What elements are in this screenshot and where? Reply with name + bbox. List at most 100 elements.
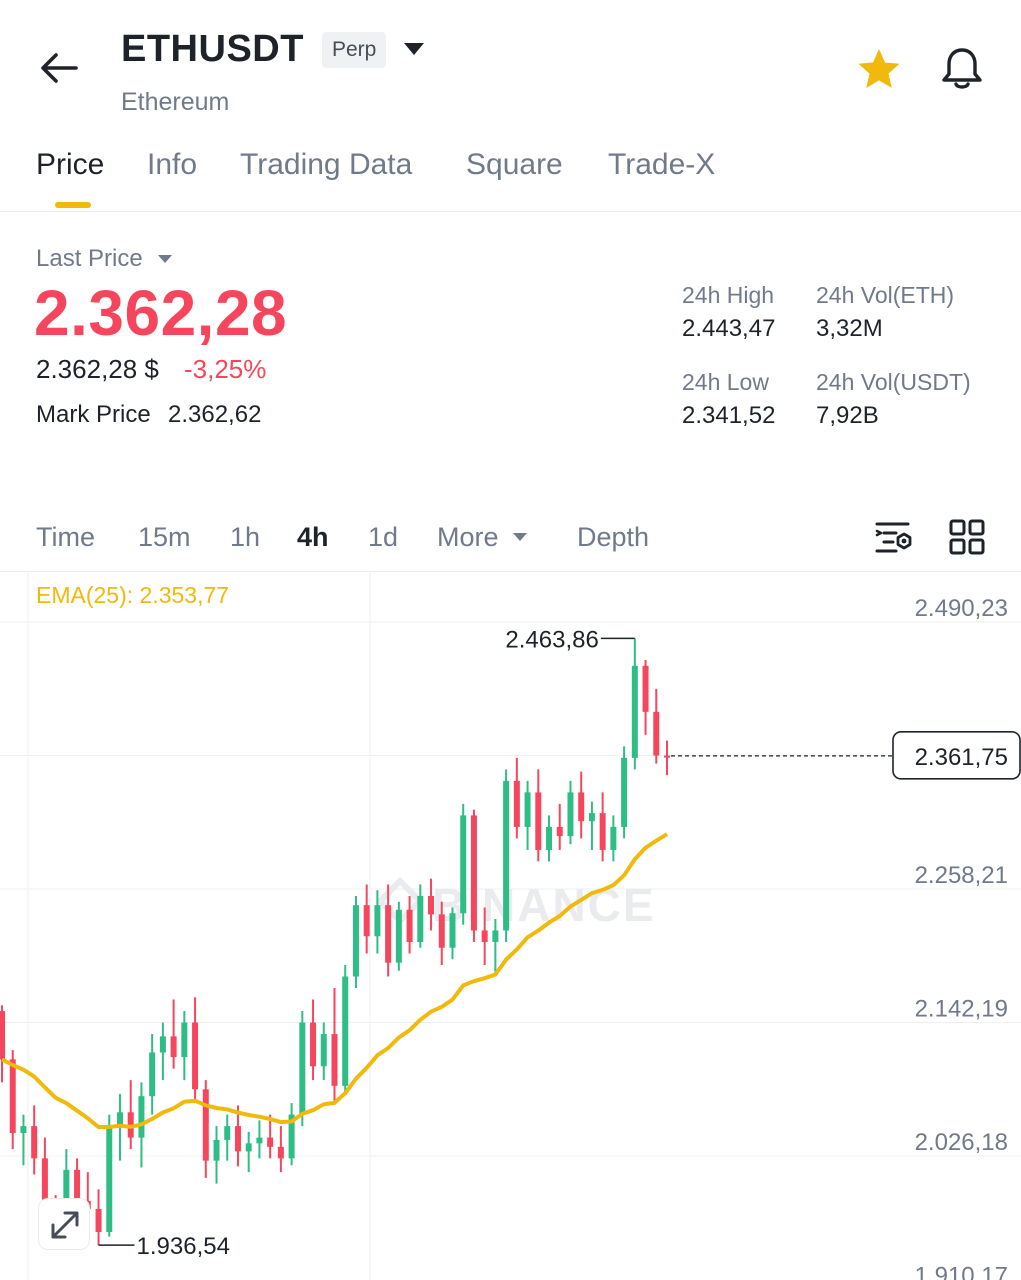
vol-eth-label: 24h Vol(ETH) — [816, 282, 955, 308]
candle-body — [599, 813, 606, 850]
low-price-label: 1.936,54 — [137, 1233, 230, 1260]
candle-body — [556, 826, 563, 837]
grid-layout-icon — [949, 519, 985, 555]
candle-body — [363, 905, 370, 937]
candle-body — [417, 895, 424, 942]
high-24h-label: 24h High — [682, 282, 775, 308]
alerts-button[interactable] — [938, 44, 986, 92]
interval-1h[interactable]: 1h — [230, 522, 260, 553]
candle-body — [234, 1126, 241, 1152]
y-axis-tick-label: 1.910,17 — [915, 1263, 1008, 1280]
candle-body — [74, 1169, 81, 1201]
candle-body — [277, 1146, 284, 1159]
candle-body — [192, 1022, 199, 1090]
candle-body — [331, 1034, 338, 1086]
candle-body — [567, 792, 574, 837]
vol-eth-value: 3,32M — [816, 315, 883, 342]
usd-price: 2.362,28 $ — [36, 354, 159, 384]
vol-usdt-label: 24h Vol(USDT) — [816, 369, 971, 395]
candle-body — [524, 792, 531, 827]
candle-body — [470, 815, 477, 931]
tab-info[interactable]: Info — [147, 148, 197, 182]
star-icon — [858, 49, 900, 88]
candle-body — [428, 895, 435, 915]
candle-body — [95, 1208, 102, 1232]
candle-body — [395, 909, 402, 963]
interval-depth[interactable]: Depth — [577, 522, 649, 553]
candle-body — [352, 905, 359, 977]
tab-trading-data[interactable]: Trading Data — [240, 148, 412, 182]
candle-body — [385, 905, 392, 963]
candle-body — [481, 930, 488, 942]
back-arrow-icon — [41, 53, 78, 83]
expand-icon — [51, 1211, 79, 1239]
candle-body — [492, 930, 499, 942]
candle-body — [138, 1096, 145, 1138]
candle-body — [256, 1137, 263, 1144]
candle-body — [588, 813, 595, 822]
candle-body — [170, 1036, 177, 1058]
candle-body — [460, 815, 467, 914]
indicator-settings-icon — [875, 522, 912, 553]
caret-down-icon[interactable] — [157, 254, 173, 264]
mark-price-label: Mark Price — [36, 401, 151, 428]
candle-body — [535, 792, 542, 850]
candle-body — [513, 780, 520, 827]
candle-body — [406, 909, 413, 942]
candle-body — [299, 1022, 306, 1115]
candle-body — [342, 976, 349, 1086]
candle-body — [664, 755, 670, 758]
price-change-percent: -3,25% — [184, 354, 267, 384]
candle-body — [621, 757, 628, 827]
caret-down-icon[interactable] — [403, 42, 425, 56]
favorite-button[interactable] — [856, 46, 902, 92]
y-axis-tick-label: 2.142,19 — [915, 996, 1008, 1023]
last-price-selector[interactable]: Last Price — [36, 245, 143, 273]
interval-more[interactable]: More — [437, 522, 499, 553]
back-button[interactable] — [36, 46, 84, 90]
main-tabs: Price Info Trading Data Square Trade-X — [0, 140, 1021, 212]
candle-body — [578, 792, 585, 822]
candle-body — [610, 826, 617, 850]
current-price-label: 2.361,75 — [915, 744, 1008, 771]
candle-body — [0, 1011, 5, 1060]
candle-body — [267, 1137, 274, 1147]
candle-body — [438, 914, 445, 948]
y-axis-tick-label: 2.258,21 — [915, 862, 1008, 889]
symbol-title[interactable]: ETHUSDT — [121, 28, 304, 71]
tab-price[interactable]: Price — [36, 148, 104, 182]
candle-body — [31, 1126, 38, 1159]
interval-15m[interactable]: 15m — [138, 522, 191, 553]
candle-body — [159, 1036, 166, 1053]
interval-4h[interactable]: 4h — [297, 522, 329, 553]
layout-button[interactable] — [948, 518, 986, 556]
vol-usdt-value: 7,92B — [816, 402, 879, 429]
caret-down-icon[interactable] — [512, 532, 528, 542]
tab-square[interactable]: Square — [466, 148, 563, 182]
low-24h-value: 2.341,52 — [682, 402, 776, 429]
interval-time[interactable]: Time — [36, 522, 95, 553]
candle-body — [224, 1126, 231, 1140]
candle-body — [9, 1059, 16, 1134]
candle-body — [546, 826, 553, 850]
high-24h-value: 2.443,47 — [682, 315, 776, 342]
mark-price-value: 2.362,62 — [168, 401, 262, 428]
perp-badge: Perp — [322, 32, 387, 68]
last-price: 2.362,28 — [34, 277, 288, 349]
high-price-label: 2.463,86 — [505, 626, 598, 653]
interval-1d[interactable]: 1d — [368, 522, 398, 553]
candle-body — [449, 913, 456, 948]
candle-body — [653, 711, 660, 756]
candle-body — [631, 665, 638, 758]
candle-body — [202, 1089, 209, 1161]
price-chart[interactable]: 2.490,232.374,222.258,212.142,192.026,18… — [0, 573, 1021, 1280]
symbol-subtitle: Ethereum — [121, 88, 230, 116]
candle-body — [245, 1143, 252, 1152]
candle-body — [310, 1022, 317, 1067]
tab-trade-x[interactable]: Trade-X — [608, 148, 715, 182]
indicator-settings-button[interactable] — [874, 518, 912, 556]
candle-body — [149, 1052, 156, 1097]
fullscreen-button[interactable] — [38, 1198, 90, 1250]
y-axis-tick-label: 2.490,23 — [915, 595, 1008, 622]
y-axis-tick-label: 2.026,18 — [915, 1129, 1008, 1156]
